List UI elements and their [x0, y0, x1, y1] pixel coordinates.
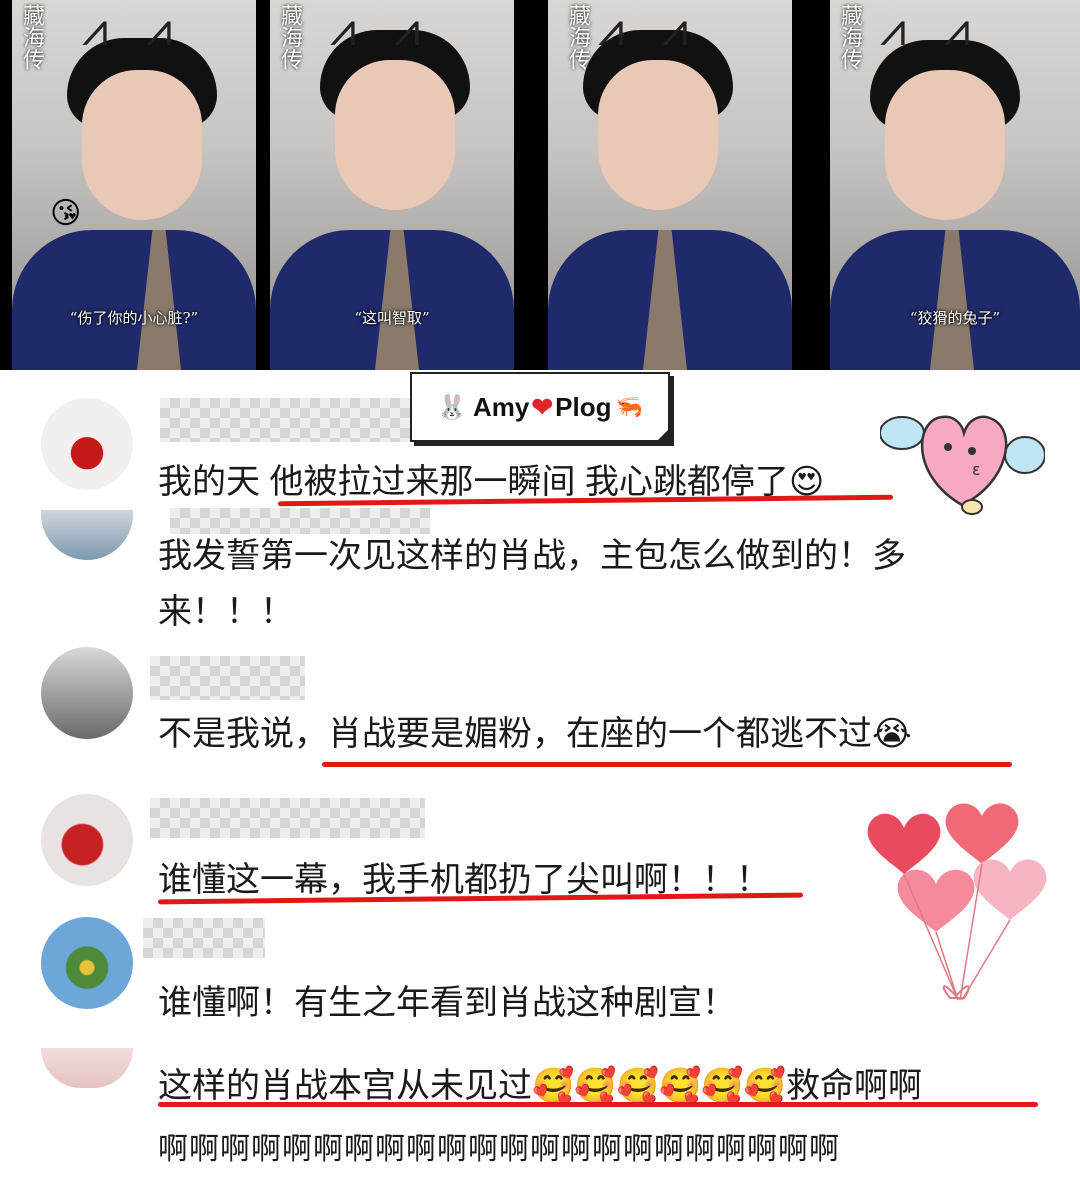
- video-frame-3: ⩘⩘ 藏海传: [548, 0, 792, 370]
- avatar[interactable]: [41, 794, 133, 886]
- avatar[interactable]: [41, 398, 133, 490]
- red-underline: [158, 1102, 1038, 1107]
- red-underline: [322, 762, 1012, 767]
- comment-text: 不是我说，肖战要是媚粉，在座的一个都逃不过😭: [158, 715, 912, 753]
- heart-balloons-icon: [867, 803, 1047, 1001]
- cat-ears-icon: ⩘⩘: [82, 2, 210, 56]
- comment-text-continued: 啊啊啊啊啊啊啊啊啊啊啊啊啊啊啊啊啊啊啊啊啊啊: [158, 1133, 840, 1166]
- avatar[interactable]: [41, 1048, 133, 1088]
- username-blurred: [143, 918, 265, 958]
- avatar[interactable]: [41, 647, 133, 739]
- smiling-hearts-emoji-icon: 🥰🥰🥰🥰🥰🥰: [532, 1067, 787, 1105]
- drama-logo: 藏海传: [277, 4, 302, 70]
- video-frame-1: ⩘⩘ 藏海传 😘 “伤了你的小心脏?”: [12, 0, 256, 370]
- drama-logo: 藏海传: [19, 4, 44, 70]
- comment-text: 我发誓第一次见这样的肖战，主包怎么做到的！多 来！！！: [158, 537, 906, 631]
- comment-list: 我的天 他被拉过来那一瞬间 我心跳都停了😍 我发誓第一次见这样的肖战，主包怎么做…: [0, 370, 1080, 1166]
- cat-ears-icon: ⩘⩘: [330, 2, 458, 56]
- cat-ears-icon: ⩘⩘: [880, 2, 1008, 56]
- avatar[interactable]: [41, 917, 133, 1009]
- drama-logo: 藏海传: [837, 4, 862, 70]
- username-blurred: [150, 656, 305, 700]
- video-frame-4: ⩘⩘ 藏海传 “狡猾的兔子”: [830, 0, 1080, 370]
- drama-logo: 藏海传: [565, 4, 590, 70]
- username-blurred: [160, 398, 410, 442]
- cat-ears-icon: ⩘⩘: [598, 2, 726, 56]
- video-frame-2: ⩘⩘ 藏海传 “这叫智取”: [270, 0, 514, 370]
- frame-caption: “这叫智取”: [354, 309, 430, 327]
- username-blurred: [150, 798, 425, 838]
- frame-caption: “伤了你的小心脏?”: [69, 309, 199, 327]
- kiss-emoji-icon: 😘: [50, 196, 82, 231]
- video-thumbnail-strip: ⩘⩘ 藏海传 😘 “伤了你的小心脏?” ⩘⩘ 藏海传 “这叫智取” ⩘⩘ 藏海传…: [0, 0, 1080, 370]
- avatar[interactable]: [41, 510, 133, 560]
- frame-caption: “狡猾的兔子”: [909, 309, 1001, 327]
- crying-emoji-icon: 😭: [872, 715, 912, 753]
